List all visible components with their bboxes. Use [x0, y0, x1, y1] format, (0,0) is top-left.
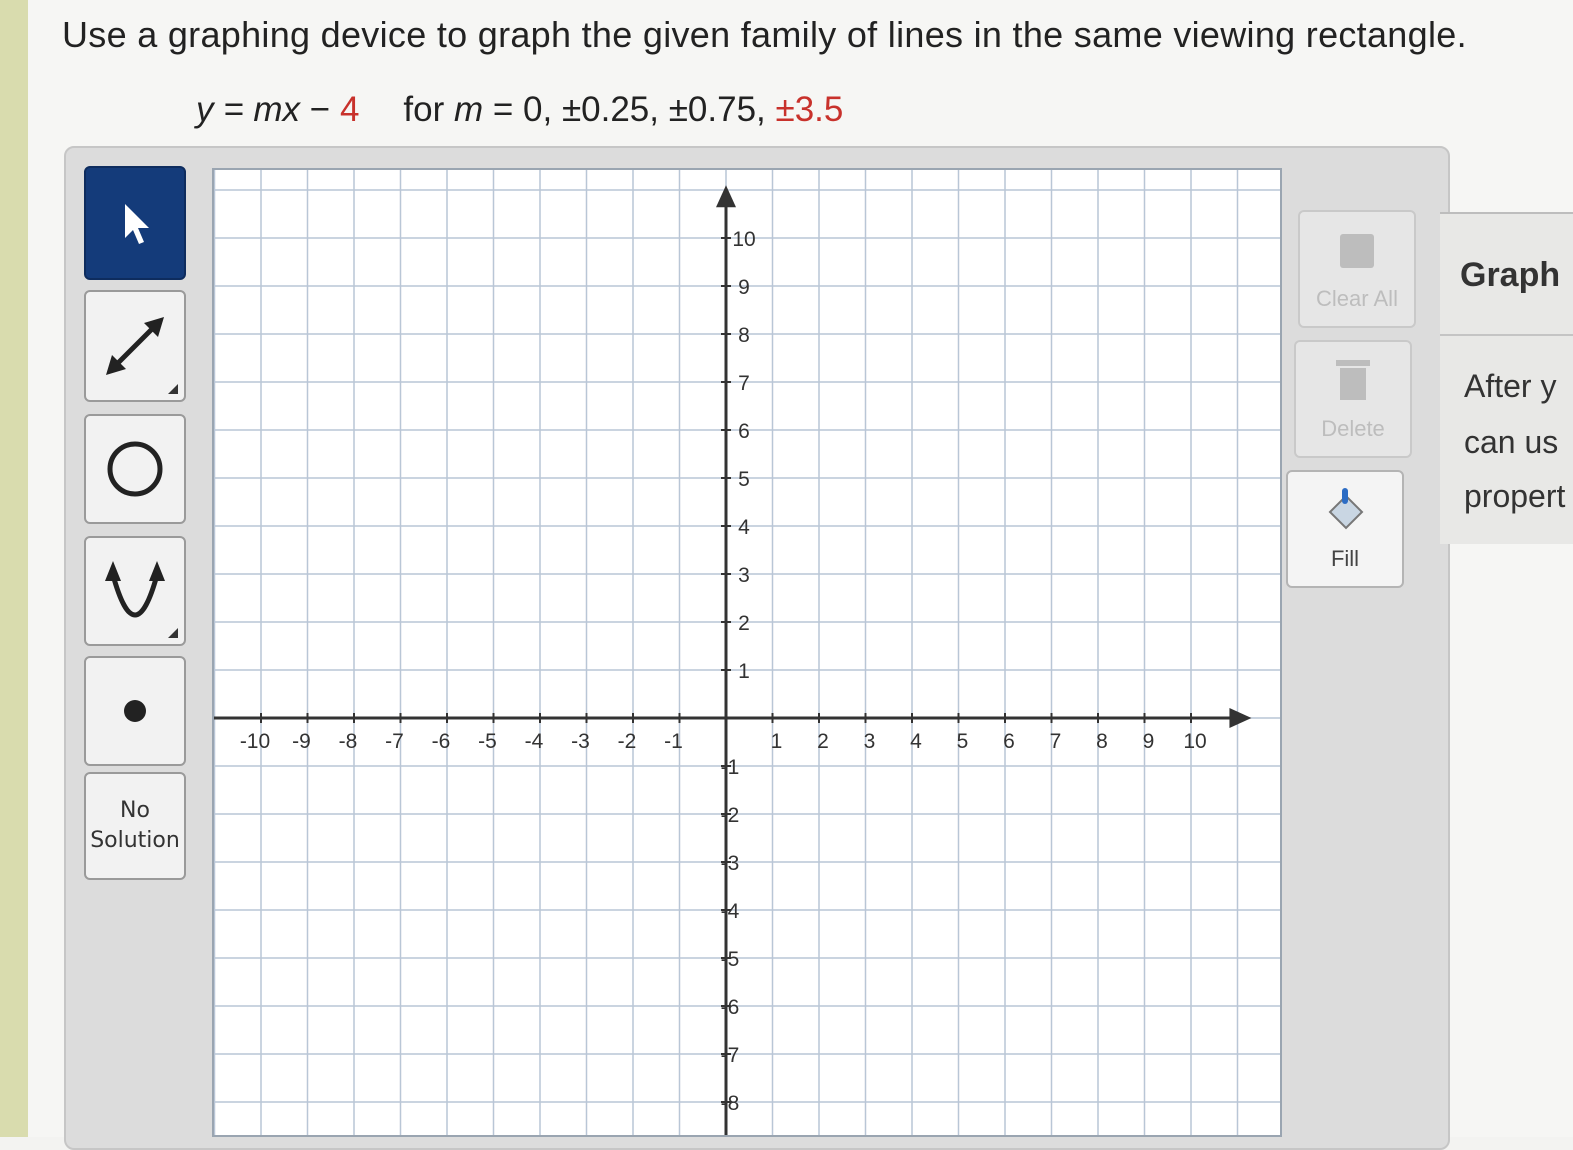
- x-tick-label: -7: [385, 730, 404, 753]
- y-tick-label: 4: [738, 516, 750, 539]
- y-tick-label: 5: [738, 468, 750, 491]
- equation-last-value: ±3.5: [775, 90, 844, 129]
- x-tick-label: -8: [339, 730, 358, 753]
- y-tick-label: -3: [721, 852, 740, 875]
- clear-all-button[interactable]: Clear All: [1298, 210, 1416, 328]
- arrow-cursor-icon: [125, 204, 149, 244]
- line-arrows-icon: [106, 317, 164, 375]
- graph-canvas[interactable]: -10 -9 -8 -7 -6 -5 -4 -3 -2 -1 1 2 3 4 5 6 7 8 9 10 10 9 8 7 6 5 4…: [212, 168, 1282, 1137]
- instructions-panel: Graph After y can us propert: [1440, 212, 1573, 544]
- instructions-line: After y: [1464, 368, 1557, 404]
- parabola-tool-button[interactable]: [84, 536, 186, 646]
- x-tick-label: 1: [771, 730, 783, 753]
- x-tick-label: 10: [1183, 730, 1206, 753]
- point-icon: [124, 700, 146, 722]
- instructions-line: can us: [1464, 424, 1559, 460]
- equation-constant: 4: [339, 90, 360, 129]
- x-tick-label: 3: [864, 730, 876, 753]
- question-equation: y = mx − 4 for m = 0, ±0.25, ±0.75, ±3.5: [196, 90, 844, 129]
- x-tick-label: 8: [1096, 730, 1108, 753]
- more-options-indicator: [168, 628, 178, 638]
- y-tick-label: -5: [721, 948, 740, 971]
- clear-all-icon: [1340, 234, 1374, 268]
- y-tick-label: 7: [738, 372, 750, 395]
- x-tick-label: 5: [957, 730, 969, 753]
- question-prompt: Use a graphing device to graph the given…: [62, 14, 1467, 55]
- x-axis-arrow: [1229, 708, 1252, 728]
- y-tick-label: 1: [738, 660, 750, 683]
- x-tick-label: 6: [1003, 730, 1015, 753]
- instructions-line: propert: [1464, 478, 1566, 514]
- y-tick-label: 10: [732, 228, 755, 251]
- y-tick-label: -7: [721, 1044, 740, 1067]
- y-axis-arrow: [716, 185, 736, 208]
- x-tick-label: -9: [292, 730, 311, 753]
- y-tick-label: -2: [721, 804, 740, 827]
- y-tick-label: 6: [738, 420, 750, 443]
- x-tick-label: 7: [1050, 730, 1062, 753]
- y-tick-label: -6: [721, 996, 740, 1019]
- y-tick-label: 2: [738, 612, 750, 635]
- x-tick-label: -2: [618, 730, 637, 753]
- y-tick-label: -4: [721, 900, 740, 923]
- x-tick-label: -6: [432, 730, 451, 753]
- y-tick-label: -8: [721, 1092, 740, 1115]
- x-tick-label: 9: [1143, 730, 1155, 753]
- left-edge-strip: [0, 0, 28, 1137]
- more-options-indicator: [168, 384, 178, 394]
- fill-button[interactable]: Fill: [1286, 470, 1404, 588]
- trash-icon: [1336, 360, 1370, 400]
- delete-button[interactable]: Delete: [1294, 340, 1412, 458]
- x-tick-label: 4: [910, 730, 922, 753]
- circle-tool-button[interactable]: [84, 414, 186, 524]
- x-tick-label: -3: [571, 730, 590, 753]
- paint-bucket-icon: [1328, 488, 1364, 530]
- x-tick-label: -10: [240, 730, 270, 753]
- x-tick-label: -4: [525, 730, 544, 753]
- y-tick-label: 8: [738, 324, 750, 347]
- y-tick-label: 9: [738, 276, 750, 299]
- x-tick-label: 2: [817, 730, 829, 753]
- pointer-tool-button[interactable]: [84, 166, 186, 280]
- y-tick-label: -1: [721, 756, 740, 779]
- parabola-icon: [105, 561, 165, 618]
- x-tick-label: -1: [664, 730, 683, 753]
- coordinate-grid: -10 -9 -8 -7 -6 -5 -4 -3 -2 -1 1 2 3 4 5 6 7 8 9 10 10 9 8 7 6 5 4…: [213, 170, 1280, 1135]
- y-tick-label: 3: [738, 564, 750, 587]
- x-tick-label: -5: [478, 730, 497, 753]
- instructions-title: Graph: [1460, 256, 1561, 294]
- no-solution-button[interactable]: No Solution: [84, 772, 186, 880]
- point-tool-button[interactable]: [84, 656, 186, 766]
- line-tool-button[interactable]: [84, 290, 186, 402]
- circle-icon: [107, 441, 163, 497]
